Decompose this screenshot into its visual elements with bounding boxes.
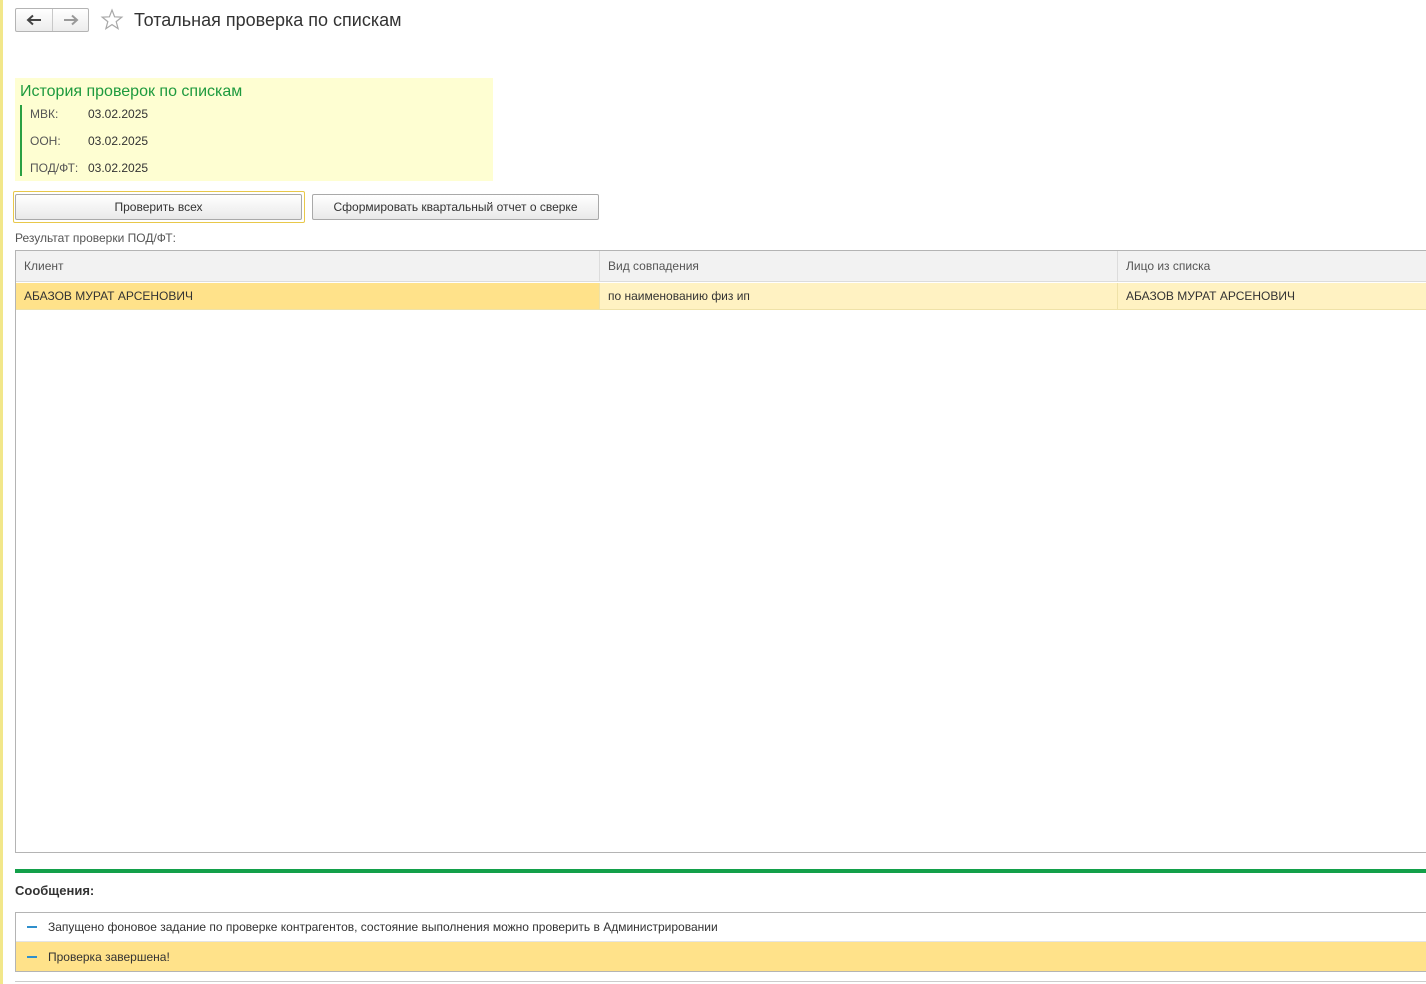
history-label: ПОД/ФТ: bbox=[30, 161, 79, 175]
result-label: Результат проверки ПОД/ФТ: bbox=[15, 231, 176, 245]
result-table[interactable]: Клиент Вид совпадения Лицо из списка АБА… bbox=[15, 250, 1426, 853]
message-item[interactable]: Проверка завершена! bbox=[16, 942, 1426, 971]
history-group: История проверок по спискам МВК: 03.02.2… bbox=[15, 78, 493, 181]
history-value: 03.02.2025 bbox=[88, 107, 149, 121]
favorite-button[interactable] bbox=[99, 7, 125, 33]
table-row[interactable]: АБАЗОВ МУРАТ АРСЕНОВИЧ по наименованию ф… bbox=[16, 283, 1426, 310]
quarter-report-button[interactable]: Сформировать квартальный отчет о сверке bbox=[312, 194, 599, 220]
bottom-border bbox=[15, 981, 1426, 982]
history-title[interactable]: История проверок по спискам bbox=[20, 83, 242, 101]
cell-client[interactable]: АБАЗОВ МУРАТ АРСЕНОВИЧ bbox=[16, 283, 600, 309]
column-header-client[interactable]: Клиент bbox=[16, 251, 600, 281]
message-text: Проверка завершена! bbox=[48, 949, 170, 964]
page-title: Тотальная проверка по спискам bbox=[134, 10, 402, 30]
history-row-mvk: МВК: 03.02.2025 bbox=[30, 104, 148, 124]
history-value: 03.02.2025 bbox=[88, 161, 149, 175]
star-icon bbox=[100, 8, 124, 30]
back-button[interactable] bbox=[16, 9, 52, 31]
messages-title: Сообщения: bbox=[15, 883, 95, 898]
history-row-oon: ООН: 03.02.2025 bbox=[30, 131, 148, 151]
arrow-right-icon bbox=[63, 14, 78, 26]
message-item[interactable]: Запущено фоновое задание по проверке кон… bbox=[16, 913, 1426, 942]
history-group-bar bbox=[20, 105, 22, 176]
history-value: 03.02.2025 bbox=[88, 134, 149, 148]
column-header-match-type[interactable]: Вид совпадения bbox=[600, 251, 1118, 281]
dash-icon bbox=[27, 955, 37, 958]
navigation-group bbox=[15, 8, 89, 32]
dash-icon bbox=[27, 926, 37, 928]
cell-list-person[interactable]: АБАЗОВ МУРАТ АРСЕНОВИЧ bbox=[1118, 283, 1426, 309]
column-header-list-person[interactable]: Лицо из списка bbox=[1118, 251, 1426, 281]
message-text: Запущено фоновое задание по проверке кон… bbox=[48, 920, 718, 934]
check-all-button[interactable]: Проверить всех bbox=[15, 194, 302, 220]
arrow-left-icon bbox=[26, 14, 41, 26]
history-label: ООН: bbox=[30, 134, 61, 148]
cell-match-type[interactable]: по наименованию физ ип bbox=[600, 283, 1118, 309]
messages-separator bbox=[15, 869, 1426, 873]
table-header: Клиент Вид совпадения Лицо из списка bbox=[16, 251, 1426, 282]
forward-button[interactable] bbox=[52, 9, 88, 31]
history-label: МВК: bbox=[30, 107, 59, 121]
messages-list[interactable]: Запущено фоновое задание по проверке кон… bbox=[15, 912, 1426, 972]
window-left-edge bbox=[0, 0, 3, 984]
history-row-podft: ПОД/ФТ: 03.02.2025 bbox=[30, 158, 148, 178]
